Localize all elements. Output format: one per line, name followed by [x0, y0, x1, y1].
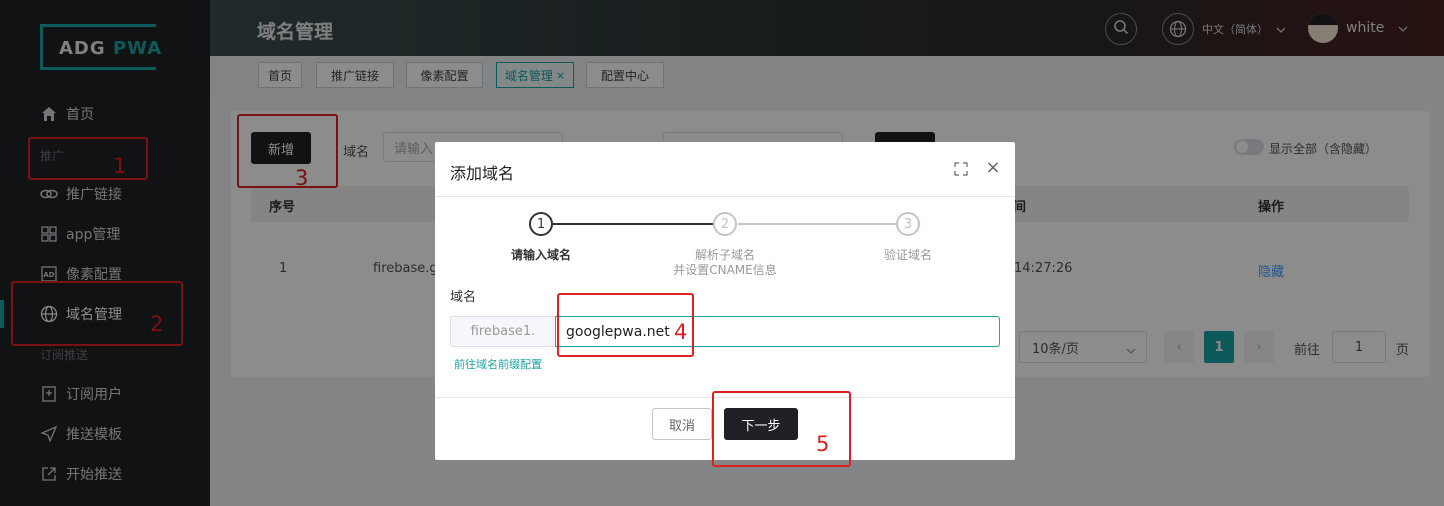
domain-field-label: 域名 [450, 290, 477, 305]
step-3-circle: 3 [896, 212, 920, 236]
dialog-header-divider [435, 196, 1015, 197]
annotation-box-5 [712, 391, 851, 467]
close-icon[interactable]: × [985, 159, 1001, 177]
step-connector-2 [738, 223, 898, 225]
step-3-label: 验证域名 [883, 248, 932, 262]
annotation-number-5: 5 [816, 432, 830, 456]
dialog-title: 添加域名 [450, 164, 515, 183]
prefix-config-link[interactable]: 前往域名前缀配置 [454, 356, 542, 372]
domain-prefix-addon: firebase1. [450, 316, 555, 347]
step-connector-1 [553, 223, 713, 225]
step-1-circle: 1 [529, 212, 553, 236]
annotation-number-4: 4 [674, 320, 688, 344]
step-1-label: 请输入域名 [510, 248, 571, 262]
step-2-label: 解析子域名 [694, 248, 755, 262]
step-2-label-line2: 并设置CNAME信息 [673, 263, 777, 277]
maximize-icon[interactable] [954, 162, 968, 176]
cancel-button[interactable]: 取消 [652, 408, 712, 440]
step-2-circle: 2 [713, 212, 737, 236]
